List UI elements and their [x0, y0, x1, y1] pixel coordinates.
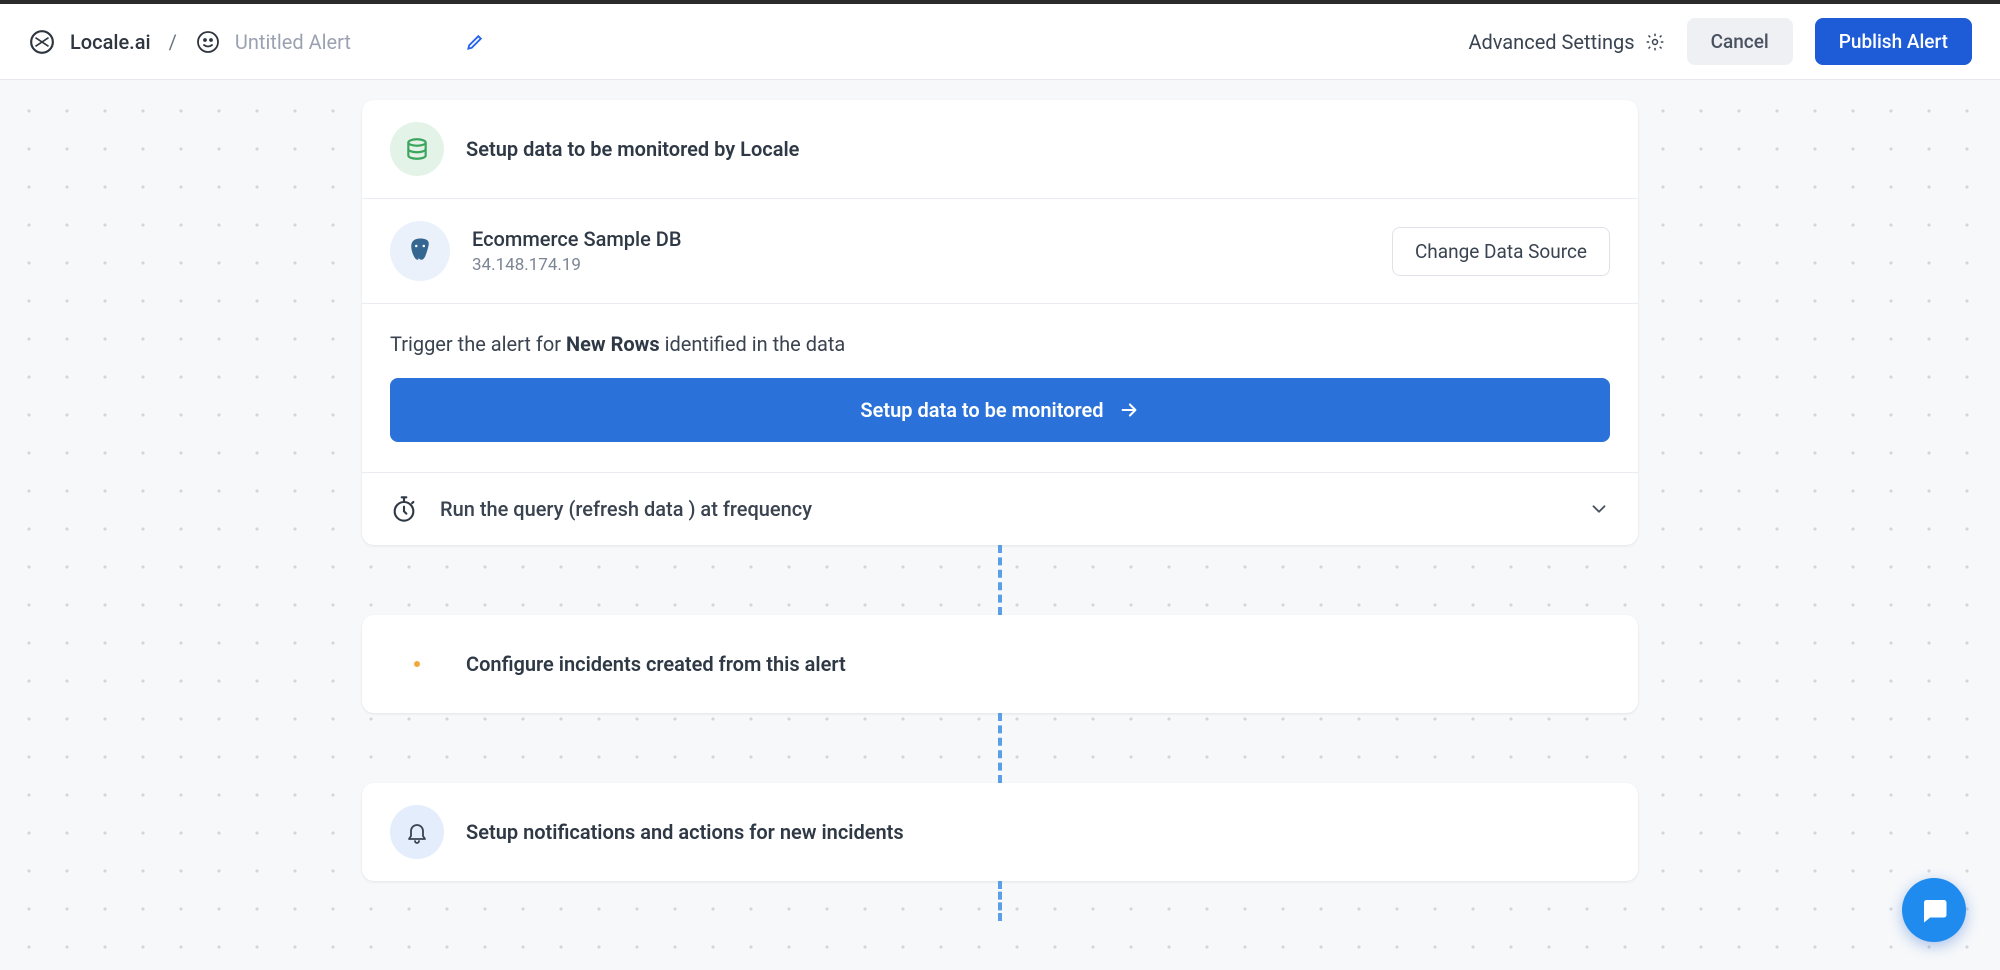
header-left: Locale.ai / Untitled Alert [28, 28, 485, 56]
frequency-row[interactable]: Run the query (refresh data ) at frequen… [362, 473, 1638, 545]
setup-data-button-label: Setup data to be monitored [860, 398, 1103, 422]
advanced-settings-link[interactable]: Advanced Settings [1468, 30, 1664, 54]
trigger-description: Trigger the alert for New Rows identifie… [390, 332, 1610, 356]
chevron-down-icon [1588, 498, 1610, 520]
postgres-icon [390, 221, 450, 281]
database-icon [390, 122, 444, 176]
step-data-header: Setup data to be monitored by Locale [362, 100, 1638, 198]
connector-line [998, 545, 1002, 615]
change-datasource-button[interactable]: Change Data Source [1392, 227, 1610, 276]
emoji-icon[interactable] [195, 29, 221, 55]
advanced-settings-label: Advanced Settings [1468, 30, 1634, 54]
connector-line [998, 881, 1002, 921]
connector-line [998, 713, 1002, 783]
bell-icon [390, 805, 444, 859]
trigger-suffix: identified in the data [660, 332, 846, 356]
step-data-card: Setup data to be monitored by Locale Eco… [362, 100, 1638, 545]
datasource-host: 34.148.174.19 [472, 255, 1370, 275]
step-data-title: Setup data to be monitored by Locale [466, 137, 799, 161]
step-notifications-card[interactable]: Setup notifications and actions for new … [362, 783, 1638, 881]
arrow-right-icon [1118, 399, 1140, 421]
trigger-prefix: Trigger the alert for [390, 332, 566, 356]
workflow-canvas: Setup data to be monitored by Locale Eco… [0, 80, 2000, 970]
header-right: Advanced Settings Cancel Publish Alert [1468, 18, 1972, 65]
cancel-button[interactable]: Cancel [1687, 18, 1793, 65]
trigger-mode: New Rows [566, 332, 660, 356]
incident-icon [390, 637, 444, 691]
publish-alert-button[interactable]: Publish Alert [1815, 18, 1972, 65]
step-notifications-title: Setup notifications and actions for new … [466, 820, 904, 844]
edit-icon[interactable] [465, 32, 485, 52]
gear-icon [1645, 32, 1665, 52]
setup-data-button[interactable]: Setup data to be monitored [390, 378, 1610, 442]
step-incidents-title: Configure incidents created from this al… [466, 652, 846, 676]
stopwatch-icon [390, 495, 418, 523]
app-header: Locale.ai / Untitled Alert Advanced Sett… [0, 4, 2000, 80]
chat-icon [1919, 895, 1949, 925]
breadcrumb-separator: / [169, 30, 177, 54]
datasource-row: Ecommerce Sample DB 34.148.174.19 Change… [362, 199, 1638, 303]
chat-support-button[interactable] [1902, 878, 1966, 942]
brand-name[interactable]: Locale.ai [70, 30, 151, 54]
frequency-label: Run the query (refresh data ) at frequen… [440, 497, 812, 521]
alert-title[interactable]: Untitled Alert [235, 30, 351, 54]
locale-logo-icon [28, 28, 56, 56]
datasource-name: Ecommerce Sample DB [472, 227, 1370, 251]
step-incidents-card[interactable]: Configure incidents created from this al… [362, 615, 1638, 713]
